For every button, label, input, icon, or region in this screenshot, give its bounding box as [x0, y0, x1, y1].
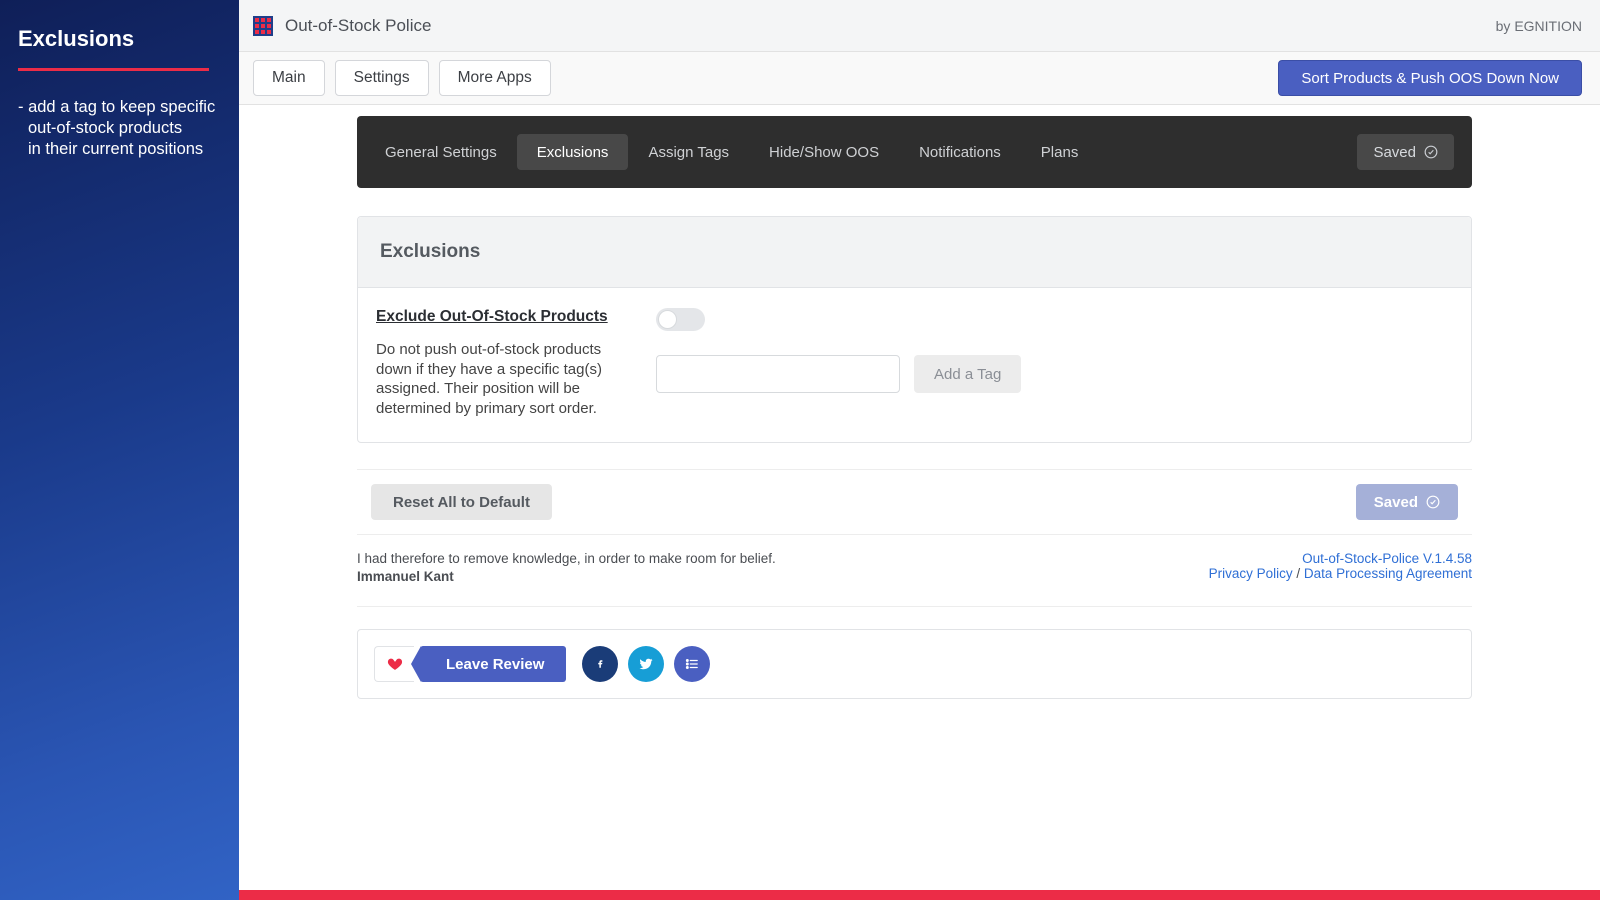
saved-status-pill-top: Saved — [1357, 134, 1454, 170]
settings-tabbar: General Settings Exclusions Assign Tags … — [357, 116, 1472, 188]
sidebar-desc-line2: out-of-stock products — [18, 118, 221, 139]
exclude-oos-toggle[interactable] — [656, 308, 705, 331]
app-title: Out-of-Stock Police — [285, 16, 431, 36]
footer-left: I had therefore to remove knowledge, in … — [357, 551, 776, 584]
topbar: Out-of-Stock Police by EGNITION — [239, 0, 1600, 52]
sidebar-desc-line1: - add a tag to keep specific — [18, 97, 221, 118]
add-tag-button[interactable]: Add a Tag — [914, 355, 1021, 393]
saved-status-button-bottom: Saved — [1356, 484, 1458, 520]
privacy-policy-link[interactable]: Privacy Policy — [1209, 566, 1293, 581]
nav-main-button[interactable]: Main — [253, 60, 325, 96]
twitter-icon[interactable] — [628, 646, 664, 682]
exclude-oos-title: Exclude Out-Of-Stock Products — [376, 308, 630, 326]
app-logo-icon — [253, 16, 273, 36]
saved-status-label: Saved — [1373, 144, 1416, 161]
footer-quote-author: Immanuel Kant — [357, 569, 776, 584]
tag-input[interactable] — [656, 355, 900, 393]
tab-general-settings[interactable]: General Settings — [365, 134, 517, 170]
footer-right: Out-of-Stock-Police V.1.4.58 Privacy Pol… — [1209, 551, 1472, 584]
vendor-byline: by EGNITION — [1496, 18, 1582, 34]
action-row: Reset All to Default Saved — [357, 469, 1472, 535]
nav-more-apps-button[interactable]: More Apps — [439, 60, 551, 96]
dpa-link[interactable]: Data Processing Agreement — [1304, 566, 1472, 581]
sidebar: Exclusions - add a tag to keep specific … — [0, 0, 239, 900]
heart-icon — [374, 646, 414, 682]
divider — [357, 606, 1472, 607]
nav-settings-button[interactable]: Settings — [335, 60, 429, 96]
footer-sep: / — [1293, 566, 1304, 581]
reset-all-button[interactable]: Reset All to Default — [371, 484, 552, 520]
saved-label: Saved — [1374, 494, 1418, 511]
tab-hide-show-oos[interactable]: Hide/Show OOS — [749, 134, 899, 170]
leave-review-button[interactable]: Leave Review — [420, 646, 566, 682]
check-circle-icon — [1424, 145, 1438, 159]
tab-assign-tags[interactable]: Assign Tags — [628, 134, 749, 170]
version-link[interactable]: Out-of-Stock-Police V.1.4.58 — [1302, 551, 1472, 566]
social-card: Leave Review — [357, 629, 1472, 699]
footer-row: I had therefore to remove knowledge, in … — [357, 541, 1472, 584]
content: General Settings Exclusions Assign Tags … — [239, 105, 1600, 900]
navbar: Main Settings More Apps Sort Products & … — [239, 52, 1600, 105]
footer-quote: I had therefore to remove knowledge, in … — [357, 551, 776, 566]
toggle-knob — [658, 310, 677, 329]
list-icon[interactable] — [674, 646, 710, 682]
sidebar-description: - add a tag to keep specific out-of-stoc… — [0, 71, 239, 160]
tab-plans[interactable]: Plans — [1021, 134, 1099, 170]
card-title: Exclusions — [380, 241, 1449, 263]
bottom-accent-bar — [239, 890, 1600, 900]
main-area: Out-of-Stock Police by EGNITION Main Set… — [239, 0, 1600, 900]
exclusions-card: Exclusions Exclude Out-Of-Stock Products… — [357, 216, 1472, 443]
facebook-icon[interactable] — [582, 646, 618, 682]
sidebar-title: Exclusions — [18, 26, 221, 52]
tab-notifications[interactable]: Notifications — [899, 134, 1021, 170]
exclude-oos-description: Do not push out-of-stock products down i… — [376, 340, 630, 418]
sort-push-oos-button[interactable]: Sort Products & Push OOS Down Now — [1278, 60, 1582, 96]
check-circle-icon — [1426, 495, 1440, 509]
card-header: Exclusions — [358, 217, 1471, 288]
sidebar-desc-line3: in their current positions — [18, 139, 221, 160]
tab-exclusions[interactable]: Exclusions — [517, 134, 629, 170]
